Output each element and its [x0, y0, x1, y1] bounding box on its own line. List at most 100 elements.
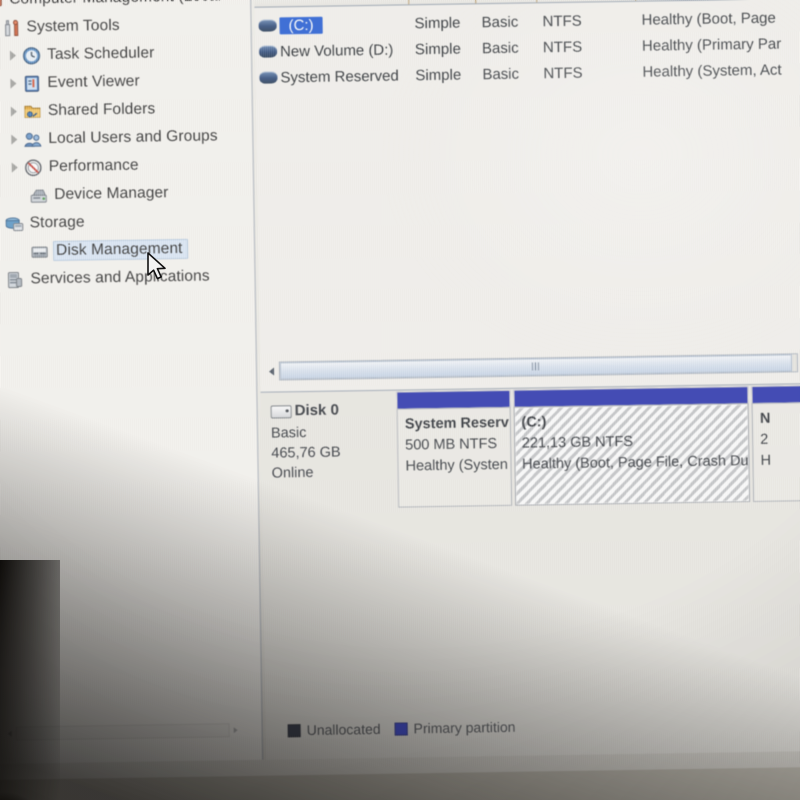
device-manager-icon	[29, 186, 49, 205]
scroll-thumb[interactable]	[279, 353, 792, 379]
users-icon	[23, 130, 43, 149]
volume-file-system: NTFS	[542, 12, 582, 30]
tree-item-event-viewer[interactable]: Event Viewer	[0, 66, 252, 98]
volume-type: Basic	[482, 65, 520, 83]
storage-icon	[5, 214, 25, 233]
drive-icon	[258, 19, 277, 32]
partition-new-volume[interactable]: N 2 H	[751, 385, 800, 503]
volume-layout: Simple	[414, 40, 461, 58]
tree-item-label: Computer Management (Local	[9, 0, 221, 9]
legend-item-primary-partition: Primary partition	[394, 719, 516, 737]
tree-item-label: Services and Applications	[30, 267, 210, 288]
tree-horizontal-scrollbar[interactable]	[4, 722, 242, 742]
partition-body[interactable]: N 2 H	[751, 402, 800, 503]
disk-info[interactable]: Disk 0 Basic 465,76 GB Online	[270, 400, 390, 512]
tree-item-task-scheduler[interactable]: Task Scheduler	[0, 38, 251, 70]
tree-item-label: Disk Management	[52, 238, 189, 261]
scroll-track[interactable]	[278, 352, 799, 380]
partition-color-bar	[396, 389, 511, 409]
volume-file-system: NTFS	[543, 64, 583, 82]
expander-closed-icon[interactable]	[8, 133, 21, 146]
tree-item-disk-management[interactable]: Disk Management	[0, 234, 254, 266]
partition-color-bar	[751, 385, 800, 404]
expander-closed-icon[interactable]	[7, 49, 20, 62]
expander-closed-icon[interactable]	[9, 161, 22, 174]
partition-name: N	[759, 410, 771, 427]
partition-body[interactable]: (C:) 221,13 GB NTFS Healthy (Boot, Page …	[513, 403, 751, 506]
partition-status: Healthy (Systen	[405, 456, 509, 475]
disk-row[interactable]: Disk 0 Basic 465,76 GB Online System Res…	[260, 385, 800, 514]
expander-closed-icon[interactable]	[7, 77, 20, 90]
column-header-volume[interactable]: Volume	[254, 0, 408, 7]
console-tree-pane[interactable]: Computer Management (Local System Tools	[0, 0, 264, 764]
system-tools-icon	[1, 18, 21, 37]
tree-item-label: Task Scheduler	[46, 44, 155, 64]
disk-capacity: 465,76 GB	[271, 444, 341, 462]
column-header-type[interactable]: Type	[474, 0, 537, 4]
tree-item-storage[interactable]: Storage	[0, 206, 254, 238]
tree-item-services-and-applications[interactable]: Services and Applications	[0, 262, 255, 294]
legend-swatch-unallocated-icon	[287, 723, 301, 737]
expander-closed-icon[interactable]	[0, 273, 4, 286]
scroll-left-arrow-icon[interactable]	[4, 727, 16, 741]
partition-c[interactable]: (C:) 221,13 GB NTFS Healthy (Boot, Page …	[512, 386, 751, 506]
expander-open-icon[interactable]	[0, 217, 3, 230]
tree-item-shared-folders[interactable]: Shared Folders	[0, 94, 252, 126]
screen-surface: Computer Management (Local System Tools	[0, 0, 800, 780]
performance-icon	[24, 158, 44, 177]
partition-name: System Reserv	[404, 414, 509, 433]
scroll-grip-icon	[532, 362, 540, 371]
computer-icon	[0, 0, 4, 10]
partition-status: H	[760, 452, 772, 469]
legend-item-unallocated: Unallocated	[287, 720, 381, 739]
screen-photo: Computer Management (Local System Tools	[0, 0, 800, 800]
column-header-layout[interactable]: Layout	[407, 0, 476, 5]
volume-layout: Simple	[415, 66, 462, 84]
volume-name: New Volume (D:)	[279, 41, 394, 60]
graphical-disk-view[interactable]: Disk 0 Basic 465,76 GB Online System Res…	[260, 385, 800, 760]
services-icon	[5, 270, 25, 289]
scroll-track[interactable]	[15, 723, 230, 741]
event-log-icon	[22, 74, 42, 93]
tree-item-label: Event Viewer	[47, 72, 140, 92]
tree-item-performance[interactable]: Performance	[0, 150, 253, 182]
volume-status: Healthy (Primary Par	[641, 35, 782, 55]
disk-title: Disk 0	[270, 400, 388, 422]
volume-file-system: NTFS	[542, 38, 583, 56]
column-header-file-system[interactable]: File System	[535, 0, 636, 3]
volume-type: Basic	[481, 13, 519, 31]
partition-body[interactable]: System Reserv 500 MB NTFS Healthy (Syste…	[396, 406, 512, 508]
volume-layout: Simple	[414, 14, 461, 32]
volume-list[interactable]: Volume Layout Type File System Status (C…	[253, 0, 800, 393]
expander-closed-icon[interactable]	[8, 105, 21, 118]
disk-icon	[270, 404, 292, 419]
scroll-left-arrow-icon[interactable]	[264, 361, 279, 379]
shared-folder-icon	[23, 102, 43, 121]
partition-system-reserved[interactable]: System Reserv 500 MB NTFS Healthy (Syste…	[396, 389, 512, 508]
volume-name: System Reserved	[280, 67, 399, 86]
column-header-status[interactable]: Status	[634, 0, 800, 1]
partition-status: Healthy (Boot, Page File, Crash Du	[521, 453, 749, 473]
tree-item-system-tools[interactable]: System Tools	[0, 10, 251, 42]
tree-item-label: Performance	[48, 156, 139, 176]
disk-management-icon	[30, 242, 50, 261]
volume-list-horizontal-scrollbar[interactable]	[264, 351, 799, 381]
partition-strip: System Reserv 500 MB NTFS Healthy (Syste…	[396, 385, 800, 511]
volume-name: (C:)	[279, 16, 323, 34]
partition-size: 2	[760, 431, 769, 448]
legend-swatch-primary-partition-icon	[394, 721, 408, 736]
volume-type: Basic	[481, 39, 519, 57]
tree-item-label: Device Manager	[54, 184, 169, 203]
tree-item-label: Storage	[29, 213, 85, 232]
tree-item-local-users-and-groups[interactable]: Local Users and Groups	[0, 122, 253, 154]
disk-management-pane: Volume Layout Type File System Status (C…	[253, 0, 800, 760]
legend-label: Unallocated	[306, 720, 381, 739]
disk-name: Disk 0	[294, 401, 339, 420]
scroll-right-arrow-icon[interactable]	[230, 723, 242, 737]
partition-size: 500 MB NTFS	[405, 436, 498, 454]
partition-legend: Unallocated Primary partition	[265, 711, 800, 742]
drive-icon	[259, 71, 278, 84]
tree-item-label: Local Users and Groups	[48, 127, 218, 148]
tree-item-device-manager[interactable]: Device Manager	[0, 178, 253, 210]
tree-item-label: System Tools	[26, 16, 120, 36]
